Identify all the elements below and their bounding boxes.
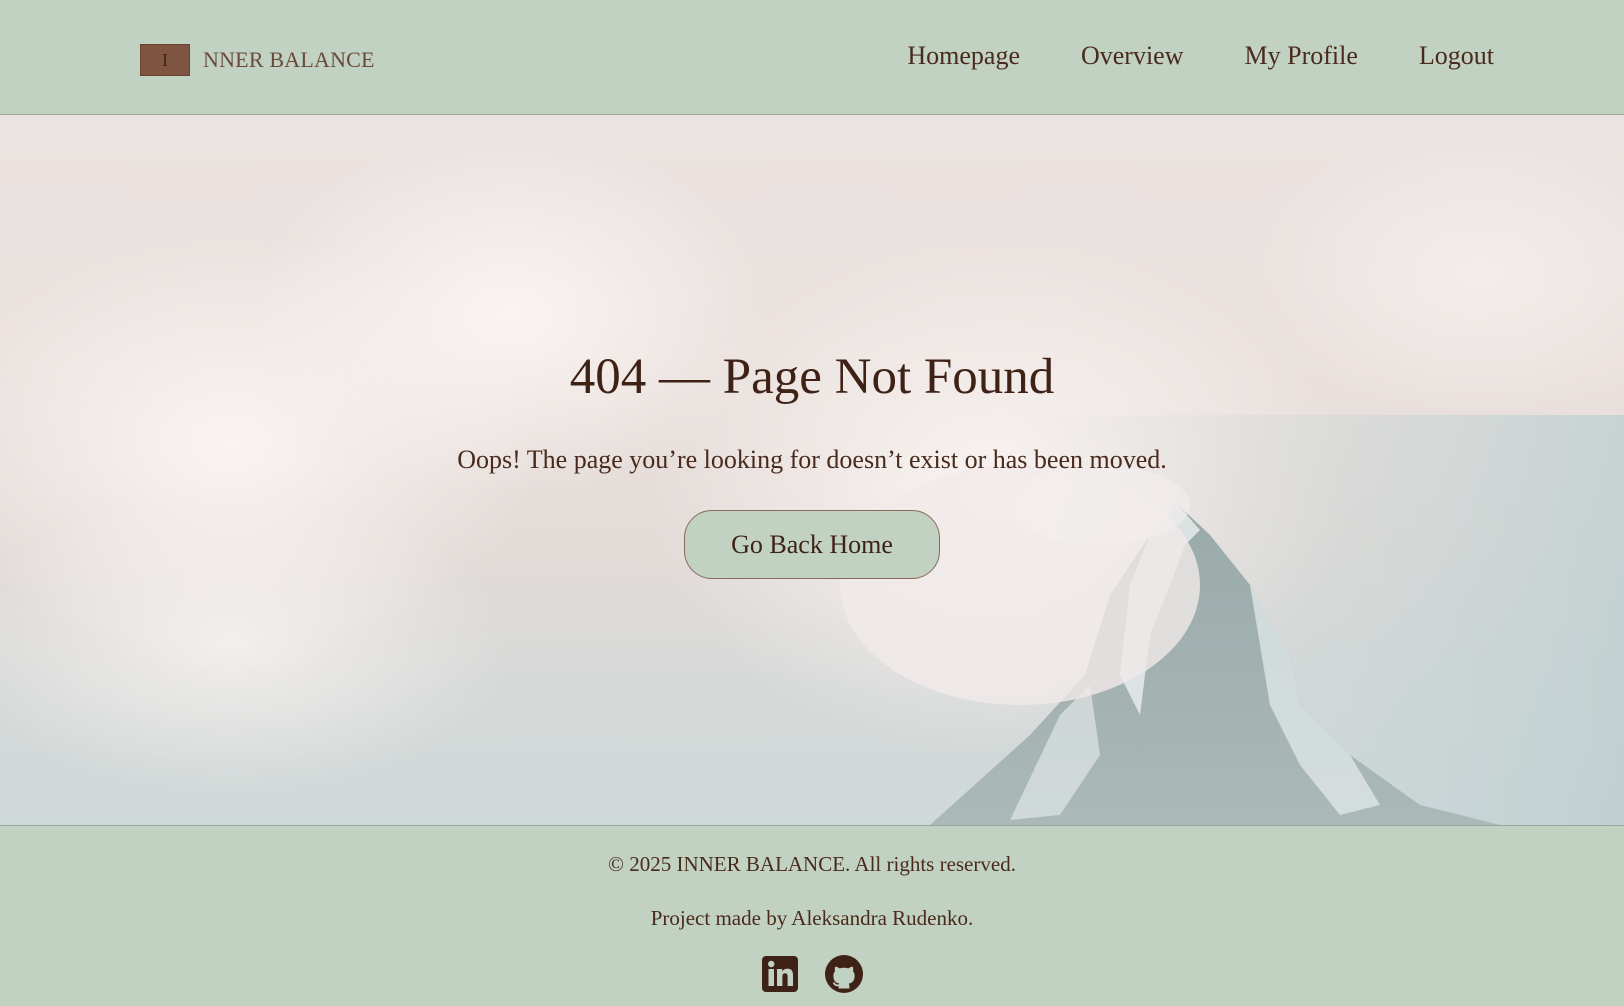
github-link[interactable] xyxy=(824,954,864,994)
credit-text: Project made by Aleksandra Rudenko. xyxy=(650,906,974,930)
linkedin-link[interactable] xyxy=(760,954,800,994)
copyright-text: © 2025 INNER BALANCE. All rights reserve… xyxy=(608,852,1016,876)
site-header: I NNER BALANCE Homepage Overview My Prof… xyxy=(0,0,1624,115)
logo-mark: I xyxy=(140,44,190,76)
main-nav: Homepage Overview My Profile Logout xyxy=(907,38,1494,74)
site-footer: © 2025 INNER BALANCE. All rights reserve… xyxy=(0,825,1624,1006)
nav-logout[interactable]: Logout xyxy=(1419,38,1494,74)
go-back-home-button[interactable]: Go Back Home xyxy=(684,510,940,579)
not-found-content: 404 — Page Not Found Oops! The page you’… xyxy=(0,115,1624,825)
social-links xyxy=(0,954,1624,994)
error-message: Oops! The page you’re looking for doesn’… xyxy=(457,445,1167,474)
logo-text: NNER BALANCE xyxy=(203,47,375,72)
linkedin-icon xyxy=(762,956,798,992)
nav-my-profile[interactable]: My Profile xyxy=(1245,38,1358,74)
hero-background: 404 — Page Not Found Oops! The page you’… xyxy=(0,115,1624,825)
nav-homepage[interactable]: Homepage xyxy=(907,38,1020,74)
page-title: 404 — Page Not Found xyxy=(569,349,1055,405)
nav-overview[interactable]: Overview xyxy=(1081,38,1184,74)
github-icon xyxy=(825,955,863,993)
site-logo[interactable]: I NNER BALANCE xyxy=(140,44,375,76)
